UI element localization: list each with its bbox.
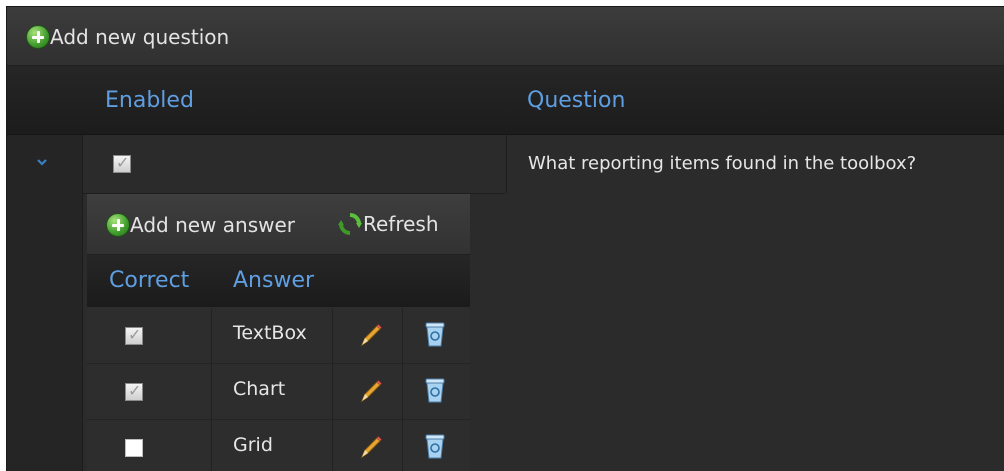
- answer-column-header[interactable]: Answer: [233, 268, 314, 293]
- pencil-icon[interactable]: [357, 434, 383, 460]
- grid-toolbar: Add new question: [7, 7, 1004, 66]
- plus-icon: [26, 25, 50, 49]
- enabled-cell: [83, 135, 505, 194]
- trash-icon[interactable]: [424, 320, 446, 348]
- expand-column: [7, 135, 83, 471]
- enabled-checkbox[interactable]: [113, 153, 131, 173]
- answers-header: Correct Answer: [87, 255, 470, 307]
- refresh-button[interactable]: Refresh: [337, 211, 439, 237]
- cell-divider: [402, 308, 403, 363]
- refresh-label: Refresh: [363, 212, 439, 236]
- correct-checkbox[interactable]: [125, 439, 143, 457]
- question-grid: Add new question Enabled Question What r…: [6, 6, 1004, 471]
- trash-icon[interactable]: [424, 432, 446, 460]
- pencil-icon[interactable]: [357, 322, 383, 348]
- answer-row: Grid: [87, 420, 470, 471]
- cell-divider: [332, 364, 333, 419]
- cell-divider: [211, 364, 212, 419]
- add-answer-button[interactable]: Add new answer: [106, 213, 295, 237]
- question-cell[interactable]: What reporting items found in the toolbo…: [506, 135, 1004, 193]
- cell-divider: [402, 420, 403, 471]
- refresh-icon: [338, 213, 362, 235]
- correct-column-header[interactable]: Correct: [109, 268, 189, 293]
- correct-checkbox[interactable]: [125, 381, 143, 401]
- trash-icon[interactable]: [424, 376, 446, 404]
- plus-icon: [106, 213, 130, 237]
- answer-row: TextBox: [87, 308, 470, 364]
- cell-divider: [332, 420, 333, 471]
- cell-divider: [211, 420, 212, 471]
- answer-text: Grid: [233, 434, 273, 456]
- grid-header: Enabled Question: [7, 66, 1004, 135]
- answers-toolbar: Add new answer Refresh: [87, 194, 470, 255]
- add-question-button[interactable]: Add new question: [26, 25, 229, 49]
- answer-text: TextBox: [233, 322, 307, 344]
- answers-detail-grid: Add new answer Refresh Correct Answer Te…: [87, 194, 470, 471]
- question-column-header[interactable]: Question: [527, 88, 625, 113]
- chevron-down-icon[interactable]: [35, 155, 49, 169]
- add-answer-label: Add new answer: [130, 213, 296, 237]
- cell-divider: [211, 308, 212, 363]
- enabled-column-header[interactable]: Enabled: [105, 88, 194, 113]
- answer-text: Chart: [233, 378, 286, 400]
- cell-divider: [402, 364, 403, 419]
- pencil-icon[interactable]: [357, 378, 383, 404]
- cell-divider: [332, 308, 333, 363]
- correct-checkbox[interactable]: [125, 325, 143, 345]
- answer-row: Chart: [87, 364, 470, 420]
- question-text: What reporting items found in the toolbo…: [528, 153, 917, 174]
- add-question-label: Add new question: [50, 25, 230, 49]
